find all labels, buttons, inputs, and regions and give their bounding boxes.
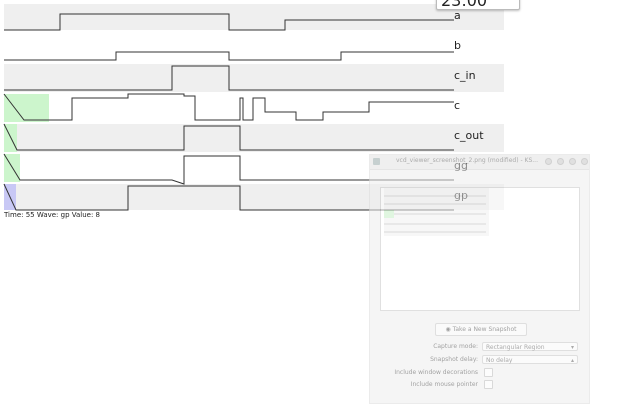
snapshot-delay-value: No delay [486,357,513,364]
close-icon[interactable] [581,158,588,165]
preview-thumbnail [384,188,489,236]
camera-icon: ◉ [445,326,453,333]
capture-mode-select[interactable]: Rectangular Region ▾ [482,342,578,351]
dialog-titlebar[interactable]: vcd_viewer_screenshot_2.png (modified) -… [370,155,589,170]
snapshot-delay-label: Snapshot delay: [430,356,478,363]
signal-label-a: a [454,9,461,22]
include-decorations-label: Include window decorations [394,369,478,376]
dialog-title: vcd_viewer_screenshot_2.png (modified) -… [396,157,538,164]
signal-label-c_out: c_out [454,129,484,142]
include-pointer-label: Include mouse pointer [410,381,478,388]
help-icon[interactable] [545,158,552,165]
chevron-down-icon: ▾ [570,344,574,351]
signal-label-c_in: c_in [454,69,476,82]
app-icon [373,158,380,165]
signal-label-b: b [454,39,461,52]
snapshot-preview[interactable] [380,187,580,311]
capture-mode-label: Capture mode: [433,343,478,350]
c-highlight [4,94,49,122]
snapshot-dialog: vcd_viewer_screenshot_2.png (modified) -… [369,154,590,404]
include-pointer-checkbox[interactable] [484,380,493,389]
wave-b [4,51,454,61]
flag-icon [502,3,516,7]
status-line: Time: 55 Wave: gp Value: 8 [4,211,101,219]
maximize-icon[interactable] [569,158,576,165]
lane-c_out [4,124,504,152]
capture-mode-value: Rectangular Region [486,344,545,351]
take-snapshot-button[interactable]: ◉ Take a New Snapshot [435,323,527,336]
wave-c [3,93,454,121]
lane-c_in [4,64,504,92]
snapshot-delay-spinbox[interactable]: No delay ▴ [482,355,578,364]
minimize-icon[interactable] [557,158,564,165]
clock-widget[interactable]: 23:00 [436,0,520,10]
clock-time: 23:00 [441,0,488,10]
signal-label-c: c [454,99,461,112]
include-decorations-checkbox[interactable] [484,368,493,377]
lane-a [4,4,504,30]
spin-arrows-icon: ▴ [570,357,574,364]
take-snapshot-label: Take a New Snapshot [452,326,517,333]
